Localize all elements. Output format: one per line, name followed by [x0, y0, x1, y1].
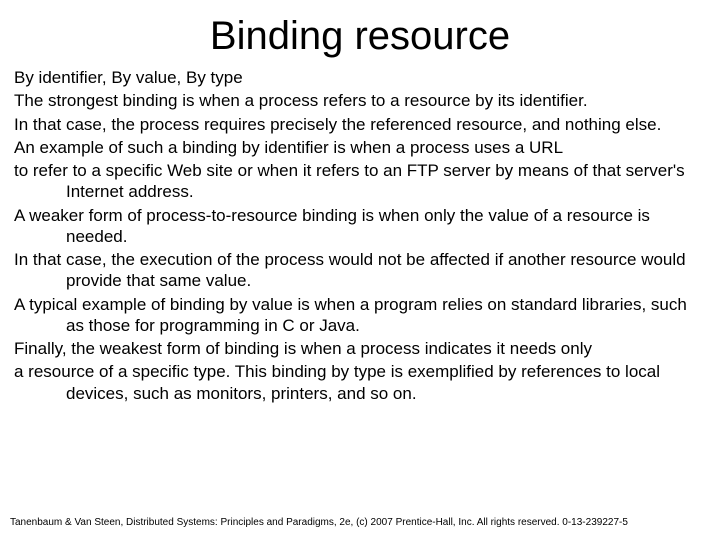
line-weakest: Finally, the weakest form of binding is … [14, 338, 706, 359]
line-example-url: An example of such a binding by identifi… [14, 137, 706, 158]
slide: Binding resource By identifier, By value… [0, 0, 720, 540]
line-devices: a resource of a specific type. This bind… [14, 361, 706, 404]
line-weaker: A weaker form of process-to-resource bin… [14, 205, 706, 248]
line-libraries: A typical example of binding by value is… [14, 294, 706, 337]
line-nothing-else: In that case, the process requires preci… [14, 114, 706, 135]
slide-title: Binding resource [0, 0, 720, 67]
line-strongest: The strongest binding is when a process … [14, 90, 706, 111]
line-same-value: In that case, the execution of the proce… [14, 249, 706, 292]
body-text: By identifier, By value, By type The str… [0, 67, 720, 404]
line-types: By identifier, By value, By type [14, 67, 706, 88]
footer-citation: Tanenbaum & Van Steen, Distributed Syste… [10, 517, 628, 528]
line-ftp: to refer to a specific Web site or when … [14, 160, 706, 203]
